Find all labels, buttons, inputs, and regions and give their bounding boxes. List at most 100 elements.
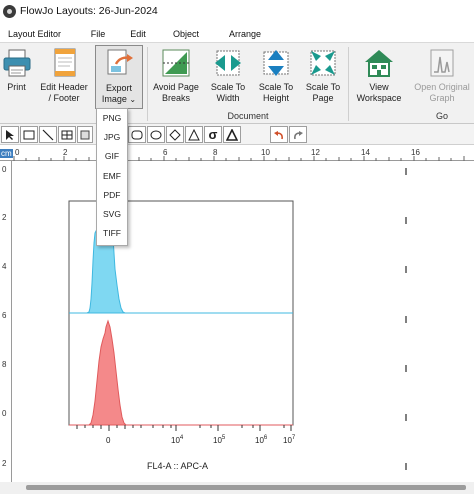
tab-arrange[interactable]: Arrange [215, 26, 275, 42]
sigma-text-tool[interactable]: σ [204, 126, 222, 143]
tick-label-exponent: 4 [180, 435, 184, 441]
export-image-label-text: Image [101, 94, 127, 104]
scale-to-height-icon [263, 50, 289, 76]
edit-header-footer-button[interactable]: Edit Header / Footer [36, 45, 92, 109]
undo-button[interactable] [270, 126, 288, 143]
export-option-jpg[interactable]: JPG [97, 128, 127, 147]
chevron-down-icon: ⌄ [129, 95, 137, 104]
export-image-label-line1: Export [105, 83, 132, 93]
open-original-graph-label-line2: Graph [429, 93, 455, 103]
scale-to-width-label-line2: Width [216, 93, 240, 103]
redo-button[interactable] [289, 126, 307, 143]
edit-header-label-line1: Edit Header [40, 82, 88, 92]
horizontal-ruler: cm 0 2 4 6 8 10 12 14 16 [0, 146, 474, 161]
scale-to-width-icon [215, 50, 241, 76]
scale-to-width-button[interactable]: Scale To Width [205, 45, 251, 109]
export-option-pdf[interactable]: PDF [97, 186, 127, 205]
print-label: Print [7, 82, 26, 92]
drawing-tools-bar: σ [0, 124, 474, 145]
export-option-tiff[interactable]: TIFF [97, 224, 127, 243]
horizontal-scrollbar[interactable] [0, 482, 474, 494]
ribbon-group-document: Document [227, 111, 269, 121]
ruler-number: 4 [2, 262, 7, 271]
export-option-emf[interactable]: EMF [97, 167, 127, 186]
window-title: FlowJo Layouts: 26-Jun-2024 [20, 5, 158, 17]
tab-object[interactable]: Object [157, 26, 215, 42]
cursor-arrow-icon [6, 129, 14, 140]
rectangle-icon [23, 130, 35, 139]
export-option-gif[interactable]: GIF [97, 147, 127, 166]
tick-label-1e4: 104 [171, 435, 184, 445]
layout-canvas[interactable]: 0 104 105 106 107 FL4-A :: APC-A [13, 161, 474, 482]
ruler-ticks [13, 156, 465, 161]
tick-label-exponent: 5 [222, 435, 226, 441]
scale-to-width-label-line1: Scale To [210, 82, 246, 92]
graph-icon [430, 49, 454, 77]
tab-layout-editor[interactable]: Layout Editor [0, 26, 77, 42]
tab-file[interactable]: File [77, 26, 119, 42]
avoid-page-breaks-label-line2: Breaks [161, 93, 190, 103]
export-image-label-line2: Image ⌄ [96, 94, 142, 105]
menu-tab-bar: Layout Editor File Edit Object Arrange [0, 26, 474, 42]
avoid-page-breaks-button[interactable]: Avoid Page Breaks [150, 45, 202, 109]
export-format-dropdown: PNG JPG GIF EMF PDF SVG TIFF [96, 108, 128, 246]
flowjo-app-icon [3, 4, 16, 18]
tab-edit[interactable]: Edit [119, 26, 157, 42]
delta-icon [226, 128, 238, 141]
open-original-graph-button[interactable]: Open Original Graph [410, 45, 474, 109]
scale-to-page-label-line1: Scale To [305, 82, 341, 92]
scale-to-page-icon [310, 50, 336, 76]
view-workspace-button[interactable]: View Workspace [352, 45, 406, 109]
avoid-page-breaks-label-line1: Avoid Page [153, 82, 199, 92]
ruler-number: 2 [2, 213, 7, 222]
grid-icon [80, 130, 90, 139]
ruler-number: 8 [2, 360, 7, 369]
edit-header-label-line2: / Footer [48, 93, 80, 103]
tick-label-1e6: 106 [255, 435, 268, 445]
open-original-graph-label-line1: Open Original [414, 82, 470, 92]
x-axis-ticks [76, 425, 292, 431]
line-icon [42, 129, 54, 140]
ruler-number: 0 [2, 409, 7, 418]
avoid-page-breaks-icon [162, 49, 190, 77]
ellipse-tool[interactable] [147, 126, 165, 143]
scale-to-height-button[interactable]: Scale To Height [253, 45, 299, 109]
export-option-svg[interactable]: SVG [97, 205, 127, 224]
rounded-rect-tool[interactable] [128, 126, 146, 143]
diamond-tool[interactable] [166, 126, 184, 143]
histogram-graph[interactable]: 0 104 105 106 107 FL4-A :: APC-A [13, 161, 474, 482]
vertical-ruler: 0 2 4 6 8 0 2 [0, 161, 12, 482]
printer-icon [3, 49, 30, 77]
export-image-icon [107, 49, 133, 75]
scale-to-page-button[interactable]: Scale To Page [300, 45, 346, 109]
workspace-house-icon [365, 50, 393, 77]
print-button[interactable]: Print [0, 45, 33, 109]
sigma-icon: σ [208, 127, 218, 142]
tick-label-1e5: 105 [213, 435, 226, 445]
tick-label-exponent: 6 [264, 435, 268, 441]
delta-tool[interactable] [223, 126, 241, 143]
ruler-number: 2 [2, 459, 7, 468]
select-arrow-tool[interactable] [1, 126, 19, 143]
table-icon [61, 130, 73, 139]
line-tool[interactable] [39, 126, 57, 143]
table-tool[interactable] [58, 126, 76, 143]
view-workspace-label-line1: View [369, 82, 389, 92]
ribbon-group-go: Go [435, 111, 448, 121]
rectangle-tool[interactable] [20, 126, 38, 143]
scrollbar-thumb[interactable] [26, 485, 466, 490]
grid-tool[interactable] [77, 126, 93, 143]
scale-to-height-label-line2: Height [262, 93, 289, 103]
triangle-tool[interactable] [185, 126, 203, 143]
diamond-icon [169, 128, 181, 141]
view-workspace-label-line2: Workspace [356, 93, 402, 103]
ribbon-separator [147, 47, 148, 121]
export-option-png[interactable]: PNG [97, 109, 127, 128]
ribbon-separator [348, 47, 349, 121]
export-image-button[interactable]: Export Image ⌄ [95, 45, 143, 109]
ruler-number: 6 [2, 311, 7, 320]
tick-label-zero: 0 [106, 436, 111, 445]
scale-to-height-label-line1: Scale To [258, 82, 294, 92]
ruler-number: 0 [2, 165, 7, 174]
redo-icon [294, 130, 303, 139]
